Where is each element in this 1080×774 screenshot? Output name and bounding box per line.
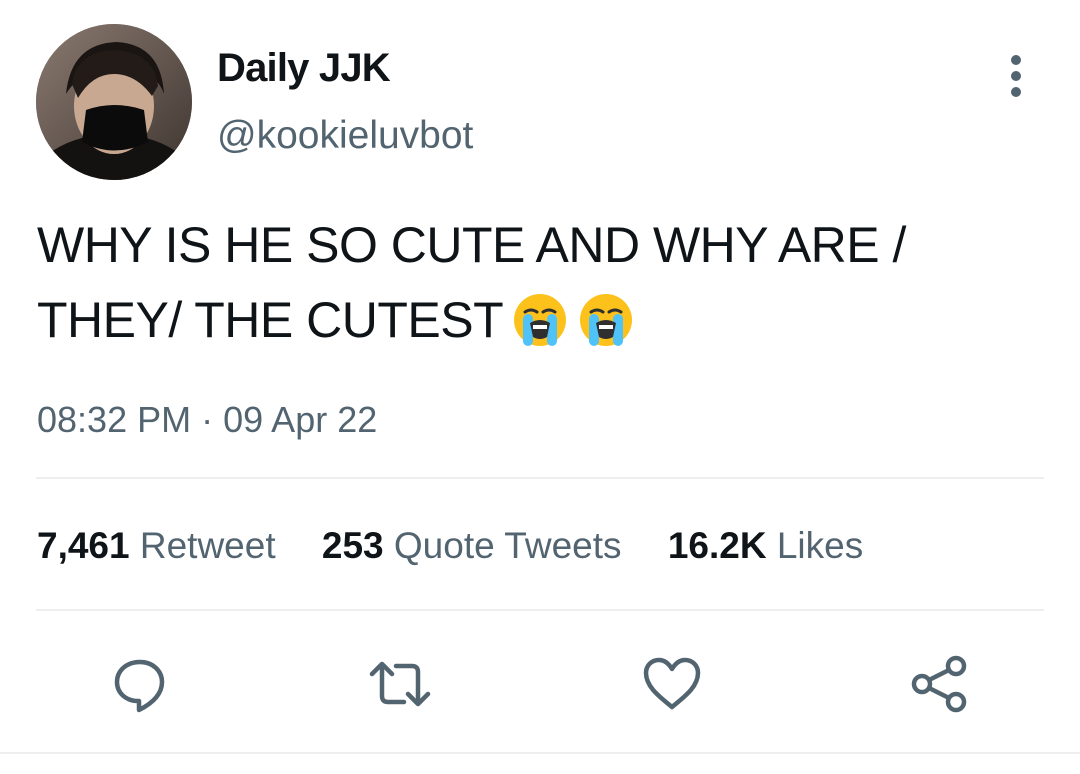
- loudly-crying-face-emoji: [511, 291, 569, 349]
- likes-count: 16.2K: [667, 525, 767, 566]
- tweet-text: WHY IS HE SO CUTE AND WHY ARE / THEY/ TH…: [37, 208, 1037, 358]
- tweet-timestamp: 08:32 PM · 09 Apr 22: [37, 398, 377, 442]
- more-options-icon[interactable]: [996, 52, 1036, 100]
- display-name[interactable]: Daily JJK: [217, 44, 391, 92]
- tweet-text-line-1: WHY IS HE SO CUTE AND WHY ARE /: [37, 217, 906, 273]
- tweet-date: 09 Apr 22: [223, 399, 378, 440]
- reply-icon[interactable]: [108, 652, 172, 716]
- quote-tweets-stat[interactable]: 253 Quote Tweets: [322, 525, 632, 566]
- tweet-text-line-2: THEY/ THE CUTEST: [37, 283, 1037, 358]
- tweet-time: 08:32 PM: [37, 399, 192, 440]
- retweet-label: Retweet: [139, 525, 276, 566]
- likes-label: Likes: [776, 525, 864, 566]
- timestamp-separator: ·: [201, 399, 214, 440]
- tweet-text-line-2-words: THEY/ THE CUTEST: [37, 292, 504, 348]
- divider: [36, 609, 1044, 611]
- user-handle[interactable]: @kookieluvbot: [217, 112, 473, 160]
- likes-stat[interactable]: 16.2K Likes: [668, 525, 863, 566]
- retweet-icon[interactable]: [368, 652, 432, 716]
- loudly-crying-face-emoji: [577, 291, 635, 349]
- avatar[interactable]: [36, 24, 192, 180]
- bottom-divider: [0, 752, 1080, 754]
- divider: [36, 477, 1044, 479]
- quote-tweets-label: Quote Tweets: [393, 525, 622, 566]
- share-icon[interactable]: [908, 652, 972, 716]
- tweet-stats: 7,461 Retweet 253 Quote Tweets 16.2K Lik…: [37, 523, 899, 569]
- retweet-count: 7,461: [37, 525, 130, 566]
- retweet-stat[interactable]: 7,461 Retweet: [37, 525, 286, 566]
- like-icon[interactable]: [640, 652, 704, 716]
- quote-tweets-count: 253: [321, 525, 384, 566]
